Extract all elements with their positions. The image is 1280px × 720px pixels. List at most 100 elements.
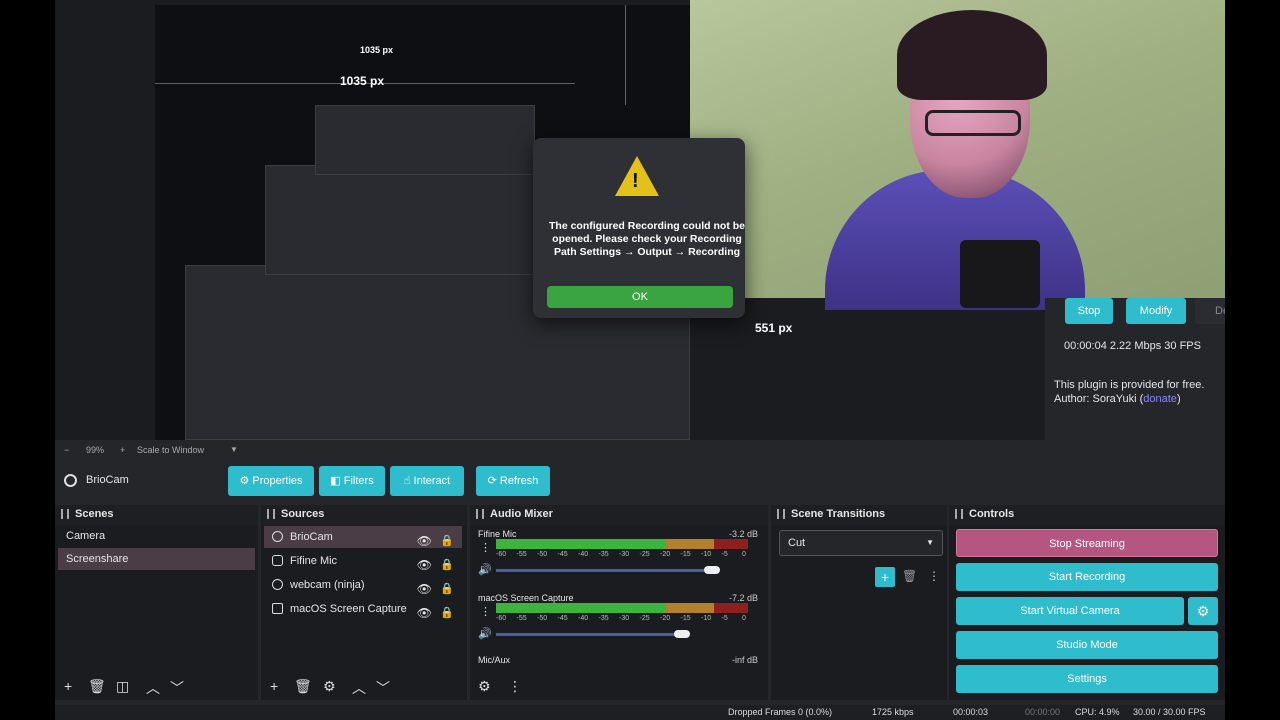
lock-icon[interactable]: 🔒 bbox=[440, 530, 454, 552]
move-down-icon[interactable]: ﹀ bbox=[170, 678, 184, 698]
eye-icon[interactable]: 👁 bbox=[417, 554, 432, 576]
scene-item-screenshare[interactable]: Screenshare bbox=[58, 548, 255, 570]
audio-mixer-dock: Audio Mixer Fifine Mic -3.2 dB ⋮ -60 -55 -… bbox=[470, 505, 768, 700]
gear-icon[interactable]: ⚙ bbox=[1188, 597, 1218, 625]
trash-icon[interactable]: 🗑 bbox=[294, 678, 312, 695]
tick-label: -40 bbox=[578, 615, 589, 622]
zoom-out-button[interactable]: − bbox=[64, 445, 69, 455]
slider-knob[interactable] bbox=[674, 630, 690, 638]
zoom-in-button[interactable]: + bbox=[120, 445, 125, 455]
move-up-icon[interactable]: ︿ bbox=[352, 678, 366, 698]
move-up-icon[interactable]: ︿ bbox=[146, 678, 160, 698]
volume-slider[interactable] bbox=[496, 630, 690, 638]
volume-meter bbox=[496, 539, 748, 549]
slider-knob[interactable] bbox=[704, 566, 720, 574]
measure-label: 1035 px bbox=[360, 45, 394, 55]
interact-button[interactable]: ☝ Interact bbox=[390, 466, 464, 496]
source-item-screen-capture[interactable]: macOS Screen Capture 👁 🔒 bbox=[264, 598, 462, 620]
stop-streaming-button[interactable]: Stop Streaming bbox=[956, 529, 1218, 557]
preview-area[interactable]: 1035 px 1035 px ! The configured Recordi… bbox=[55, 0, 1225, 498]
source-toolbar: BrioCam ⚙ Properties ◧ Filters ☝ Interac… bbox=[55, 460, 1225, 502]
lock-icon[interactable]: 🔒 bbox=[440, 554, 454, 576]
audio-mixer-title-label: Audio Mixer bbox=[490, 508, 553, 520]
source-item-webcam-ninja[interactable]: webcam (ninja) 👁 🔒 bbox=[264, 574, 462, 596]
add-source-icon[interactable]: + bbox=[270, 678, 278, 694]
grip-icon[interactable] bbox=[777, 509, 785, 519]
controls-title: Controls bbox=[949, 505, 1225, 523]
tick-label: -5 bbox=[721, 615, 728, 622]
menu-dots-icon[interactable]: ⋮ bbox=[928, 569, 940, 583]
scenes-footer: + 🗑 ◫ ︿ ﹀ bbox=[55, 672, 258, 700]
channel-menu-icon[interactable]: ⋮ bbox=[480, 605, 491, 618]
error-message: The configured Recording could not be op… bbox=[549, 220, 745, 258]
stream-modify-button[interactable]: Modify bbox=[1126, 298, 1186, 324]
transition-select[interactable]: Cut ▼ bbox=[779, 530, 943, 556]
tick-label: -55 bbox=[516, 615, 527, 622]
person-glasses bbox=[925, 110, 1021, 136]
mixer-channel: macOS Screen Capture -7.2 dB ⋮ -60 -55 -50… bbox=[478, 593, 764, 657]
eye-icon[interactable]: 👁 bbox=[417, 578, 432, 600]
speaker-icon[interactable]: 🔊 bbox=[478, 563, 492, 576]
ok-button[interactable]: OK bbox=[547, 286, 733, 308]
gear-icon[interactable]: ⚙ bbox=[323, 678, 336, 695]
audio-mixer-body: Fifine Mic -3.2 dB ⋮ -60 -55 -50 -45 -40 -35-… bbox=[470, 525, 768, 700]
tick-label: -35 bbox=[598, 615, 609, 622]
tick-label: -30 bbox=[619, 615, 630, 622]
speaker-icon[interactable]: 🔊 bbox=[478, 627, 492, 640]
scenes-title: Scenes bbox=[55, 505, 258, 523]
grip-icon[interactable] bbox=[267, 509, 275, 519]
lock-icon[interactable]: 🔒 bbox=[440, 578, 454, 600]
tick-label: -40 bbox=[578, 551, 589, 558]
bitrate: 1725 kbps bbox=[872, 707, 914, 717]
volume-slider[interactable] bbox=[496, 566, 720, 574]
channel-menu-icon[interactable]: ⋮ bbox=[480, 541, 491, 554]
chevron-down-icon[interactable]: ▼ bbox=[230, 445, 238, 454]
eye-icon[interactable]: 👁 bbox=[417, 530, 432, 552]
add-transition-button[interactable]: + bbox=[875, 567, 895, 587]
tick-label: -15 bbox=[680, 551, 691, 558]
start-recording-button[interactable]: Start Recording bbox=[956, 563, 1218, 591]
stream-time: 00:00:03 bbox=[953, 707, 989, 717]
stream-extra-button[interactable]: De bbox=[1195, 298, 1225, 324]
donate-link[interactable]: donate bbox=[1143, 393, 1177, 405]
trash-icon[interactable]: 🗑 bbox=[902, 569, 917, 583]
refresh-button[interactable]: ⟳ Refresh bbox=[476, 466, 550, 496]
source-label: macOS Screen Capture bbox=[290, 603, 407, 615]
settings-button[interactable]: Settings bbox=[956, 665, 1218, 693]
properties-button[interactable]: ⚙ Properties bbox=[228, 466, 314, 496]
grip-icon[interactable] bbox=[955, 509, 963, 519]
menu-dots-icon[interactable]: ⋮ bbox=[508, 678, 522, 695]
tick-label: -50 bbox=[537, 551, 548, 558]
scenes-dock: Scenes Camera Screenshare + 🗑 ◫ ︿ ﹀ bbox=[55, 505, 258, 700]
selected-source-name: BrioCam bbox=[86, 474, 129, 486]
stream-stop-button[interactable]: Stop bbox=[1065, 298, 1113, 324]
filter-icon[interactable]: ◫ bbox=[116, 678, 129, 695]
scenes-title-label: Scenes bbox=[75, 508, 114, 520]
trash-icon[interactable]: 🗑 bbox=[88, 678, 106, 695]
gear-icon[interactable]: ⚙ bbox=[478, 678, 491, 695]
add-scene-icon[interactable]: + bbox=[64, 678, 72, 694]
refresh-label: Refresh bbox=[499, 475, 539, 487]
grip-icon[interactable] bbox=[476, 509, 484, 519]
source-item-briocam[interactable]: BrioCam 👁 🔒 bbox=[264, 526, 462, 548]
scale-mode-select[interactable]: Scale to Window bbox=[137, 445, 204, 455]
volume-meter bbox=[496, 603, 748, 613]
meter-green bbox=[496, 603, 666, 613]
lock-icon[interactable]: 🔒 bbox=[440, 602, 454, 624]
meter-ticks: -60 -55 -50 -45 -40 -35 -30 -25 -20 -15 -10 -5 0 bbox=[496, 615, 758, 625]
studio-mode-button[interactable]: Studio Mode bbox=[956, 631, 1218, 659]
measure-line bbox=[625, 5, 626, 105]
scene-item-camera[interactable]: Camera bbox=[58, 525, 255, 547]
source-label: BrioCam bbox=[290, 531, 333, 543]
move-down-icon[interactable]: ﹀ bbox=[376, 678, 390, 698]
plugin-note-line2: Author: SoraYuki (donate) bbox=[1054, 392, 1204, 406]
filters-button[interactable]: ◧ Filters bbox=[319, 466, 385, 496]
start-virtual-camera-button[interactable]: Start Virtual Camera bbox=[956, 597, 1184, 625]
mixer-channel: Fifine Mic -3.2 dB ⋮ -60 -55 -50 -45 -40 -35-… bbox=[478, 529, 764, 593]
source-item-fifine-mic[interactable]: Fifine Mic 👁 🔒 bbox=[264, 550, 462, 572]
eye-icon[interactable]: 👁 bbox=[417, 602, 432, 624]
scene-transitions-title-label: Scene Transitions bbox=[791, 508, 886, 520]
grip-icon[interactable] bbox=[61, 509, 69, 519]
tick-label: -10 bbox=[701, 551, 712, 558]
fps: 30.00 / 30.00 FPS bbox=[1133, 707, 1206, 717]
